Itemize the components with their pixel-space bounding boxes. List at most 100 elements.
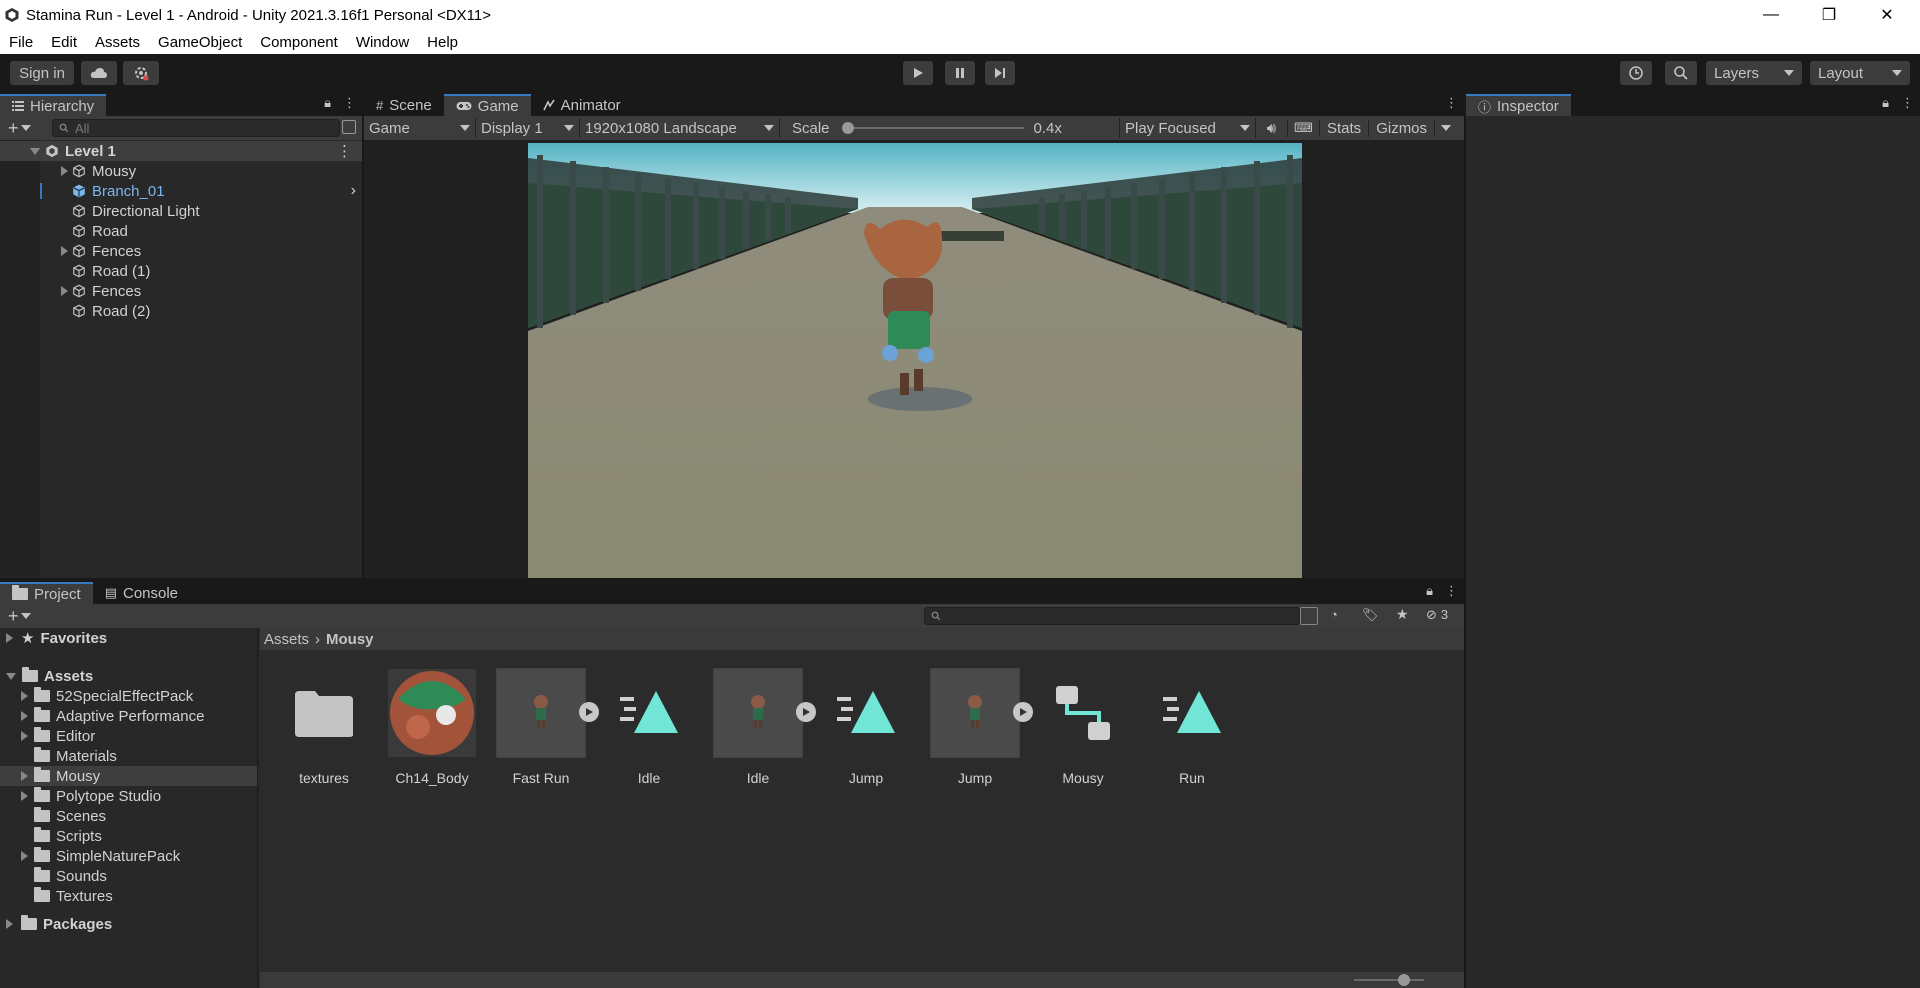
stats-button[interactable]: Stats [1320,119,1370,137]
project-folder-row[interactable]: Materials [0,746,257,766]
chevron-right-icon[interactable] [21,691,28,701]
scene-row[interactable]: Level 1 ⋮ [0,141,362,161]
hierarchy-item[interactable]: Directional Light [0,201,362,221]
scale-slider[interactable] [841,122,1024,134]
breadcrumb-assets[interactable]: Assets [264,631,309,648]
audio-mute-icon[interactable]: 🔊︎ [1256,119,1288,137]
menu-component[interactable]: Component [251,34,347,51]
kebab-menu-icon[interactable]: ⋮ [1445,95,1458,111]
chevron-right-icon[interactable] [6,633,13,643]
kebab-menu-icon[interactable]: ⋮ [1901,95,1914,111]
hierarchy-search-input[interactable]: All [52,119,340,137]
gizmos-button[interactable]: Gizmos [1369,119,1436,137]
asset-item[interactable]: Jump [816,668,916,786]
add-icon[interactable]: + [8,606,19,627]
chevron-right-icon[interactable] [21,771,28,781]
project-folder-row[interactable]: 52SpecialEffectPack [0,686,257,706]
chevron-down-icon[interactable] [30,147,40,155]
layers-dropdown[interactable]: Layers [1706,61,1802,85]
favorite-star-icon[interactable]: ★ [1396,606,1409,623]
breadcrumb-mousy[interactable]: Mousy [326,631,374,648]
asset-item[interactable]: Ch14_Body [382,668,482,786]
chevron-right-icon[interactable] [61,286,68,296]
asset-item[interactable]: Idle [708,668,808,786]
menu-edit[interactable]: Edit [42,34,86,51]
play-button[interactable] [903,61,933,85]
hierarchy-item[interactable]: Branch_01 › [0,181,362,201]
tab-hierarchy[interactable]: Hierarchy [0,94,107,116]
hierarchy-item[interactable]: Mousy [0,161,362,181]
tab-console[interactable]: ▤ Console [93,582,190,604]
chevron-right-icon[interactable] [61,166,68,176]
keyboard-shortcuts-icon[interactable]: ⌨︎ [1288,120,1320,136]
icon-size-slider[interactable] [1354,974,1424,986]
project-folder-row[interactable]: Adaptive Performance [0,706,257,726]
close-window-button[interactable]: ✕ [1858,0,1916,30]
step-button[interactable] [985,61,1015,85]
lock-icon[interactable]: 🔒︎ [324,95,331,111]
asset-item[interactable]: Run [1142,668,1242,786]
tab-animator[interactable]: Animator [531,94,633,116]
packages-row[interactable]: Packages [0,914,257,934]
game-view-dropdown[interactable]: Game [364,118,476,138]
play-mode-dropdown[interactable]: Play Focused [1120,118,1256,138]
tab-game[interactable]: Game [443,94,531,116]
menu-assets[interactable]: Assets [86,34,149,51]
project-folder-row[interactable]: Scenes [0,806,257,826]
pause-button[interactable] [945,61,975,85]
asset-item[interactable]: Jump [925,668,1025,786]
chevron-down-icon[interactable] [20,613,31,619]
add-icon[interactable]: + [8,118,19,139]
history-button[interactable] [1620,61,1652,85]
project-folder-row[interactable]: Editor [0,726,257,746]
maximize-button[interactable]: ❐ [1800,0,1858,30]
expand-asset-button[interactable] [579,702,599,722]
hierarchy-item[interactable]: Road (2) [0,301,362,321]
project-folder-row[interactable]: Scripts [0,826,257,846]
kebab-menu-icon[interactable]: ⋮ [343,95,356,111]
chevron-down-icon[interactable] [20,125,31,131]
assets-root-row[interactable]: Assets [0,666,257,686]
menu-file[interactable]: File [0,34,42,51]
asset-item[interactable]: Mousy [1033,668,1133,786]
tab-inspector[interactable]: ⓘ Inspector [1466,94,1571,116]
project-folder-row[interactable]: Sounds [0,866,257,886]
game-viewport[interactable] [528,143,1302,578]
hierarchy-item[interactable]: Fences [0,241,362,261]
minimize-button[interactable]: — [1742,0,1800,30]
filter-by-type-icon[interactable]: ◔ [1330,607,1338,622]
asset-item[interactable]: Idle [599,668,699,786]
hierarchy-item[interactable]: Road [0,221,362,241]
tab-scene[interactable]: # Scene [364,94,444,116]
chevron-right-icon[interactable]: › [351,182,356,200]
lock-icon[interactable]: 🔒︎ [1882,95,1889,111]
scale-slider-thumb[interactable] [841,122,854,134]
kebab-menu-icon[interactable]: ⋮ [1445,583,1458,599]
expand-asset-button[interactable] [796,702,816,722]
chevron-right-icon[interactable] [21,791,28,801]
sign-in-button[interactable]: Sign in [10,61,74,85]
chevron-right-icon[interactable] [6,919,13,929]
chevron-down-icon[interactable] [1441,125,1452,131]
chevron-right-icon[interactable] [21,731,28,741]
project-folder-row[interactable]: Polytope Studio [0,786,257,806]
chevron-right-icon[interactable] [61,246,68,256]
layout-dropdown[interactable]: Layout [1810,61,1910,85]
search-button[interactable] [1665,61,1697,85]
chevron-right-icon[interactable] [21,851,28,861]
collab-button[interactable] [123,61,159,85]
asset-item[interactable]: textures [274,668,374,786]
hierarchy-item[interactable]: Road (1) [0,261,362,281]
scene-visibility-icon[interactable] [342,120,356,134]
search-by-type-icon[interactable] [1300,607,1318,625]
asset-item[interactable]: Fast Run [491,668,591,786]
project-folder-row[interactable]: Mousy [0,766,257,786]
resolution-dropdown[interactable]: 1920x1080 Landscape [580,118,780,138]
hidden-packages-button[interactable]: ⊘ 3 [1426,607,1448,623]
kebab-menu-icon[interactable]: ⋮ [337,142,352,160]
icon-size-slider-thumb[interactable] [1398,974,1410,986]
tab-project[interactable]: Project [0,582,93,604]
menu-help[interactable]: Help [418,34,467,51]
project-search-input[interactable] [924,607,1300,625]
display-dropdown[interactable]: Display 1 [476,118,580,138]
